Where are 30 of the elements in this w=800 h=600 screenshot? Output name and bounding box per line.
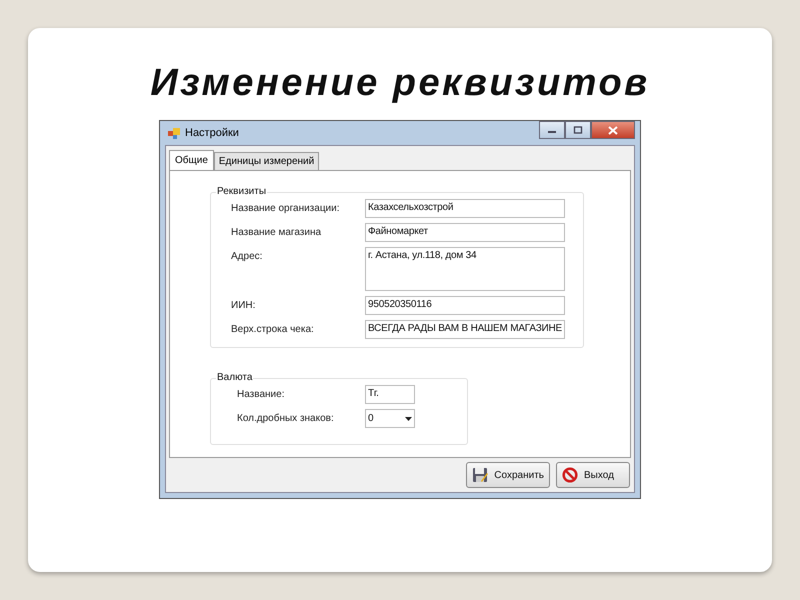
group-title: Реквизиты xyxy=(216,186,268,197)
window-title: Настройки xyxy=(185,127,239,139)
field-label: Верх.строка чека: xyxy=(231,323,315,335)
minimize-button[interactable] xyxy=(539,121,565,139)
group-title: Валюта xyxy=(216,372,254,383)
field-label: Название: xyxy=(237,388,286,400)
input-field[interactable]: Тг. xyxy=(365,385,415,404)
save-button[interactable]: Сохранить xyxy=(466,462,550,488)
dropdown[interactable]: 0 xyxy=(365,409,415,428)
app-icon xyxy=(168,127,180,139)
field-label: ИИН: xyxy=(231,299,256,311)
maximize-icon xyxy=(573,126,583,134)
exit-button[interactable]: Выход xyxy=(556,462,630,488)
field-label: Название магазина xyxy=(231,226,322,238)
field-label: Кол.дробных знаков: xyxy=(237,412,335,424)
tab[interactable]: Единицы измерений xyxy=(214,152,320,170)
input-field[interactable]: ВСЕГДА РАДЫ ВАМ В НАШЕМ МАГАЗИНЕ xyxy=(365,320,565,339)
caret-icon xyxy=(405,416,412,420)
input-field[interactable]: Казахсельхозстрой xyxy=(365,199,565,218)
input-field[interactable]: г. Астана, ул.118, дом 34 xyxy=(365,247,565,291)
input-field[interactable]: Файномаркет xyxy=(365,223,565,242)
input-field[interactable]: 950520350116 xyxy=(365,296,565,315)
tab[interactable]: Общие xyxy=(169,150,214,170)
close-icon xyxy=(608,126,618,134)
field-label: Адрес: xyxy=(231,250,264,262)
no-entry-icon xyxy=(562,467,578,483)
close-button[interactable] xyxy=(591,121,635,139)
field-label: Название организации: xyxy=(231,202,341,214)
slide-title: Изменение реквизитов xyxy=(150,61,650,106)
maximize-button[interactable] xyxy=(565,121,591,139)
